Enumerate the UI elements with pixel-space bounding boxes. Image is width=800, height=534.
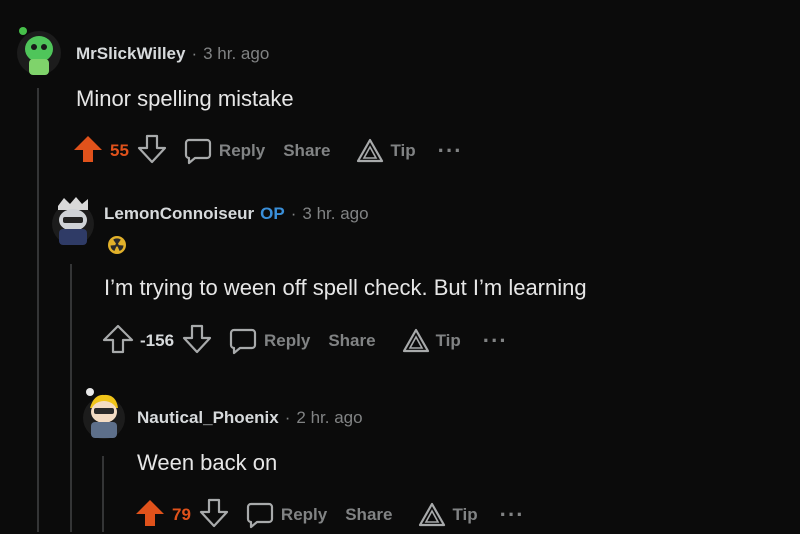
- comment-body: Ween back on: [137, 450, 278, 475]
- downvote-icon[interactable]: [199, 497, 229, 534]
- share-button[interactable]: Share: [328, 331, 375, 351]
- score: 55: [110, 141, 129, 160]
- thread-line[interactable]: [102, 456, 104, 532]
- comment-actions: 79 Reply Share Tip ···: [134, 498, 525, 532]
- reply-button[interactable]: Reply: [228, 326, 310, 356]
- share-button[interactable]: Share: [345, 505, 392, 525]
- comment-meta: MrSlickWilley · 3 hr. ago: [76, 44, 269, 64]
- award-triangle-icon: [402, 328, 429, 353]
- separator: ·: [290, 204, 297, 223]
- tip-button[interactable]: Tip: [402, 328, 461, 354]
- downvote-icon[interactable]: [182, 323, 212, 360]
- score: 79: [172, 505, 191, 524]
- comment-actions: -156 Reply Share Tip ···: [102, 324, 508, 358]
- award-triangle-icon: [419, 502, 446, 527]
- comment-body: I’m trying to ween off spell check. But …: [104, 275, 587, 300]
- avatar[interactable]: [16, 27, 62, 77]
- avatar[interactable]: [82, 386, 126, 442]
- comment-meta: Nautical_Phoenix · 2 hr. ago: [137, 408, 363, 428]
- radioactive-icon: [108, 236, 126, 254]
- more-options-button[interactable]: ···: [483, 330, 508, 352]
- tip-button[interactable]: Tip: [418, 502, 478, 528]
- upvote-icon[interactable]: [102, 323, 134, 360]
- timestamp[interactable]: 2 hr. ago: [296, 408, 362, 428]
- op-badge: OP: [260, 204, 285, 223]
- more-options-button[interactable]: ···: [438, 140, 463, 162]
- downvote-icon[interactable]: [137, 133, 167, 170]
- tip-button[interactable]: Tip: [356, 138, 416, 164]
- share-button[interactable]: Share: [283, 141, 330, 161]
- comment-actions: 55 Reply Share Tip ···: [72, 134, 463, 168]
- upvote-icon[interactable]: [134, 497, 166, 534]
- timestamp[interactable]: 3 hr. ago: [302, 204, 368, 224]
- username[interactable]: LemonConnoiseur: [104, 204, 254, 224]
- comment-bubble-icon: [229, 328, 257, 355]
- comment-bubble-icon: [246, 502, 274, 529]
- avatar[interactable]: [50, 196, 96, 248]
- more-options-button[interactable]: ···: [500, 504, 525, 526]
- score: -156: [140, 331, 175, 350]
- upvote-icon[interactable]: [72, 133, 104, 170]
- timestamp[interactable]: 3 hr. ago: [203, 44, 269, 64]
- comment-bubble-icon: [184, 138, 212, 165]
- separator: ·: [191, 44, 198, 63]
- comment-body: Minor spelling mistake: [76, 86, 294, 111]
- comment-meta: LemonConnoiseur OP · 3 hr. ago: [104, 204, 369, 224]
- thread-line[interactable]: [37, 88, 39, 532]
- award-triangle-icon: [357, 138, 384, 163]
- username[interactable]: Nautical_Phoenix: [137, 408, 279, 428]
- reply-button[interactable]: Reply: [245, 500, 327, 530]
- username[interactable]: MrSlickWilley: [76, 44, 185, 64]
- thread-line[interactable]: [70, 264, 72, 532]
- reply-button[interactable]: Reply: [183, 136, 265, 166]
- separator: ·: [284, 408, 291, 427]
